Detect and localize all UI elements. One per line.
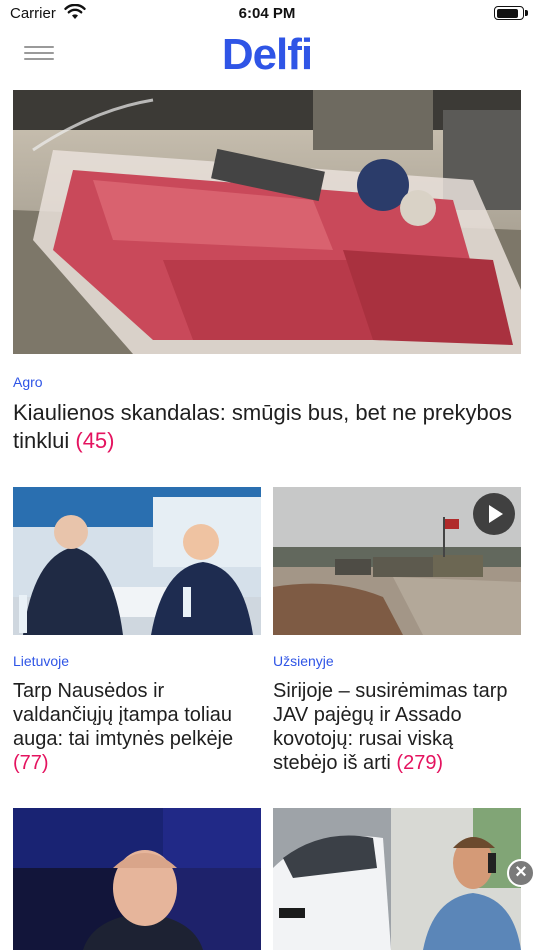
article-headline[interactable]: Sirijoje – susirėmimas tarp JAV pajėgų i… [273, 679, 523, 775]
meat-counter-photo[interactable] [13, 90, 521, 354]
article-category[interactable]: Užsienyje [273, 653, 334, 669]
article-headline[interactable]: Tarp Nausėdos ir valdančiųjų įtampa toli… [13, 679, 258, 775]
close-icon[interactable]: × [507, 859, 534, 887]
car-and-man-on-phone-photo[interactable] [273, 808, 521, 950]
play-video-button[interactable] [473, 493, 515, 535]
article-headline[interactable]: Kiaulienos skandalas: smūgis bus, bet ne… [13, 399, 513, 455]
article-category[interactable]: Lietuvoje [13, 653, 69, 669]
comment-count[interactable]: (77) [13, 752, 49, 774]
article-category[interactable]: Agro [13, 374, 43, 390]
comment-count[interactable]: (279) [396, 752, 443, 774]
nav-bar: Delfi [0, 28, 534, 84]
clock: 6:04 PM [238, 5, 296, 22]
battery-icon [494, 6, 524, 20]
status-bar: Carrier 6:04 PM [0, 0, 534, 28]
battery-tip [525, 10, 528, 16]
military-convoy-photo[interactable] [273, 487, 521, 635]
headline-text: Tarp Nausėdos ir valdančiųjų įtampa toli… [13, 680, 234, 750]
comment-count[interactable]: (45) [75, 428, 114, 453]
delfi-logo[interactable]: Delfi [0, 30, 534, 80]
headline-text: Sirijoje – susirėmimas tarp JAV pajėgų i… [273, 680, 508, 774]
politician-portrait-photo[interactable] [13, 808, 261, 950]
politicians-debate-photo[interactable] [13, 487, 261, 635]
